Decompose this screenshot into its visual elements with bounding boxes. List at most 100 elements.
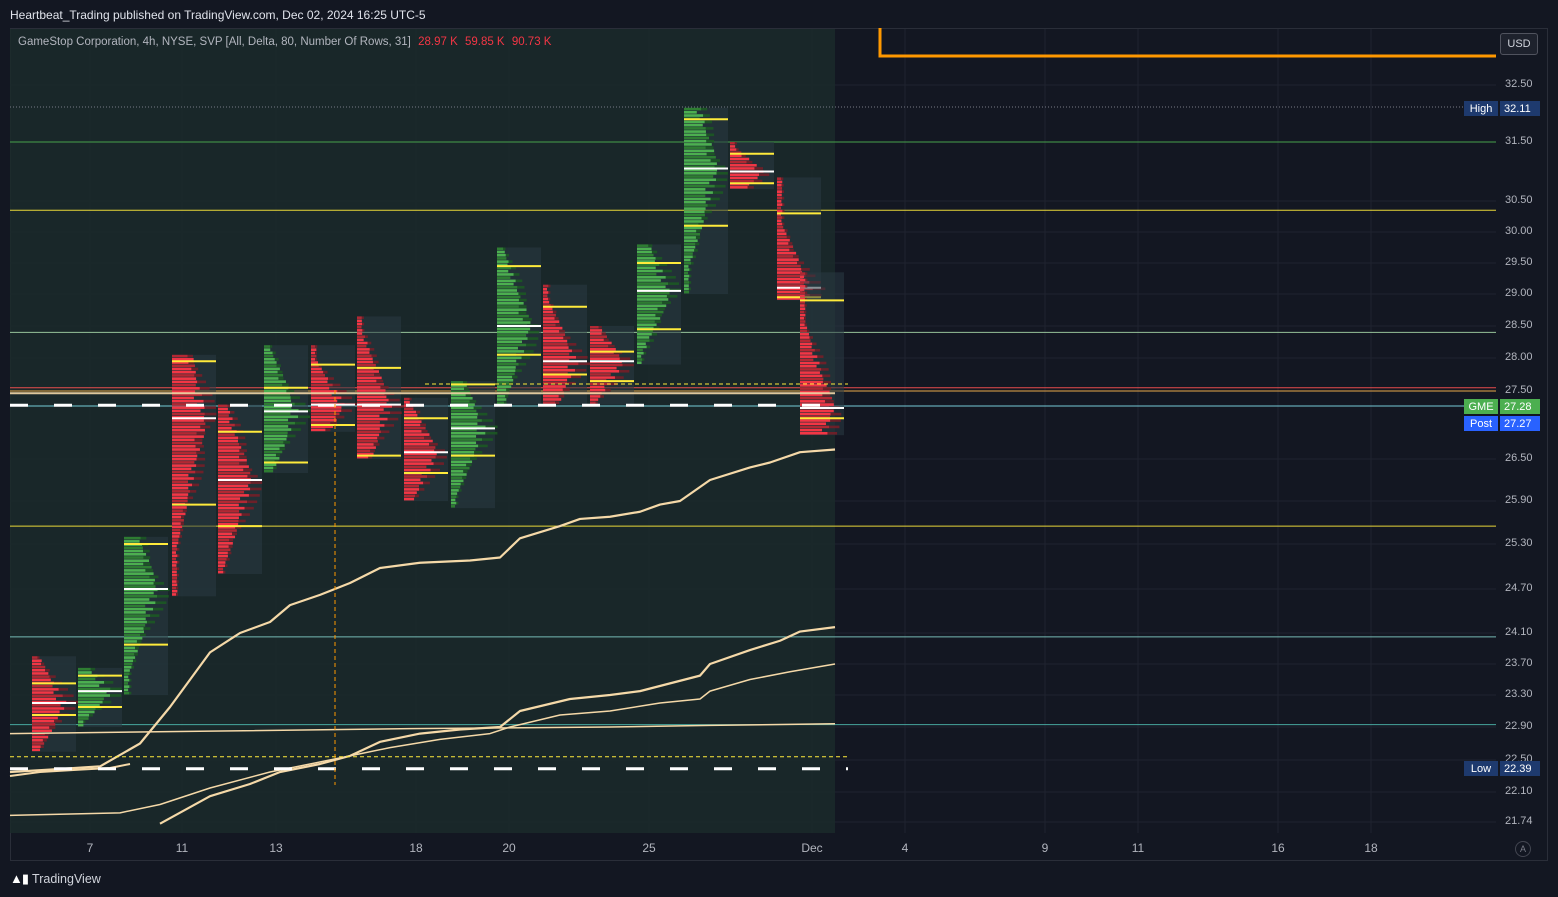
profile-delta-12-14: [619, 370, 630, 373]
profile-row-10-22: [497, 318, 523, 321]
profile-delta-4-22: [247, 474, 258, 478]
profile-row-9-18: [451, 438, 483, 441]
profile-row-4-4: [218, 417, 233, 420]
profile-row-16-5: [777, 193, 782, 197]
profile-row-5-29: [264, 437, 287, 441]
profile-delta-6-26: [325, 428, 331, 432]
profile-delta-0-2: [41, 662, 45, 666]
profile-row-16-13: [777, 219, 782, 223]
profile-row-3-18: [172, 412, 205, 416]
profile-row-14-32: [684, 210, 705, 214]
profile-row-7-35: [357, 427, 380, 430]
profile-row-7-13: [357, 357, 373, 361]
profile-row-0-13: [32, 697, 57, 701]
profile-delta-11-36: [555, 401, 560, 404]
profile-row-4-33: [218, 510, 240, 513]
profile-row-2-7: [124, 559, 150, 563]
profile-delta-10-16: [518, 298, 527, 302]
profile-row-17-30: [800, 368, 822, 371]
profile-delta-2-18: [157, 594, 169, 598]
profile-row-10-25: [497, 327, 531, 331]
profile-row-3-34: [172, 464, 197, 467]
profile-delta-9-16: [485, 431, 498, 435]
profile-delta-3-64: [177, 560, 180, 564]
profile-row-3-21: [172, 422, 206, 426]
profile-delta-17-14: [804, 317, 806, 320]
profile-row-11-9: [543, 313, 556, 317]
price-label: 27.50: [1505, 384, 1533, 396]
profile-row-0-1: [32, 659, 42, 663]
profile-row-5-3: [264, 354, 274, 358]
profile-row-14-37: [684, 226, 703, 230]
profile-row-11-25: [543, 365, 568, 369]
profile-row-11-35: [543, 398, 562, 401]
profile-13: [637, 244, 682, 365]
profile-row-10-28: [497, 337, 528, 340]
profile-row-9-28: [451, 470, 464, 473]
profile-row-9-8: [451, 406, 474, 410]
profile-delta-7-34: [384, 424, 395, 427]
auto-scale-button[interactable]: A: [1515, 841, 1531, 857]
profile-delta-14-56: [688, 287, 691, 291]
profile-delta-7-10: [369, 348, 375, 351]
profile-delta-13-32: [646, 345, 651, 349]
profile-row-10-32: [497, 350, 525, 353]
profile-row-8-1: [404, 401, 410, 404]
profile-delta-2-36: [134, 653, 138, 656]
profile-delta-5-34: [275, 453, 281, 457]
profile-delta-5-32: [279, 447, 285, 451]
profile-row-16-31: [777, 277, 803, 281]
profile-row-11-21: [543, 352, 570, 356]
profile-row-11-1: [543, 287, 547, 291]
profile-row-1-1: [78, 671, 92, 674]
chart-canvas[interactable]: [0, 0, 1558, 897]
profile-row-0-7: [32, 678, 51, 682]
profile-row-9-30: [451, 476, 463, 479]
profile-row-5-8: [264, 370, 278, 374]
footer-brand: TradingView: [32, 872, 101, 886]
profile-row-7-33: [357, 420, 380, 424]
currency-button[interactable]: USD: [1500, 33, 1538, 55]
profile-row-3-42: [172, 490, 190, 493]
price-label: 22.10: [1505, 785, 1533, 797]
profile-row-2-28: [124, 627, 144, 630]
profile-delta-7-36: [380, 430, 390, 434]
profile-row-7-0: [357, 316, 362, 319]
profile-row-16-1: [777, 180, 783, 184]
profile-row-5-38: [264, 466, 274, 470]
profile-delta-13-28: [651, 332, 658, 336]
profile-delta-14-2: [703, 114, 710, 117]
profile-row-10-3: [497, 257, 507, 260]
profile-delta-3-6: [194, 374, 203, 377]
profile-row-13-13: [637, 285, 666, 289]
profile-row-5-16: [264, 396, 291, 399]
profile-row-14-31: [684, 207, 706, 210]
profile-row-5-5: [264, 361, 277, 364]
profile-row-6-12: [311, 383, 333, 387]
profile-row-2-4: [124, 549, 144, 553]
profile-row-13-33: [637, 348, 643, 352]
profile-row-16-8: [777, 203, 783, 206]
profile-row-13-22: [637, 313, 656, 317]
profile-delta-5-10: [278, 377, 284, 380]
profile-row-5-35: [264, 457, 280, 460]
profile-row-14-5: [684, 123, 703, 127]
profile-row-16-26: [777, 261, 798, 265]
profile-delta-13-10: [665, 276, 676, 279]
profile-row-10-14: [497, 292, 519, 295]
legend[interactable]: GameStop Corporation, 4h, NYSE, SVP [All…: [18, 36, 551, 48]
profile-row-1-17: [78, 723, 84, 727]
profile-row-3-49: [172, 512, 186, 516]
profile-row-7-30: [357, 411, 391, 415]
profile-row-15-1: [730, 145, 736, 148]
profile-row-2-47: [124, 688, 129, 692]
profile-row-17-10: [800, 304, 805, 307]
profile-delta-17-16: [804, 323, 807, 326]
date-label: 18: [1364, 841, 1378, 855]
profile-delta-6-12: [332, 383, 341, 387]
profile-row-7-2: [357, 322, 363, 326]
profile-delta-17-50: [827, 432, 838, 435]
tag-label-low: Low: [1464, 761, 1498, 776]
profile-row-3-40: [172, 483, 193, 487]
profile-delta-2-22: [153, 607, 164, 611]
